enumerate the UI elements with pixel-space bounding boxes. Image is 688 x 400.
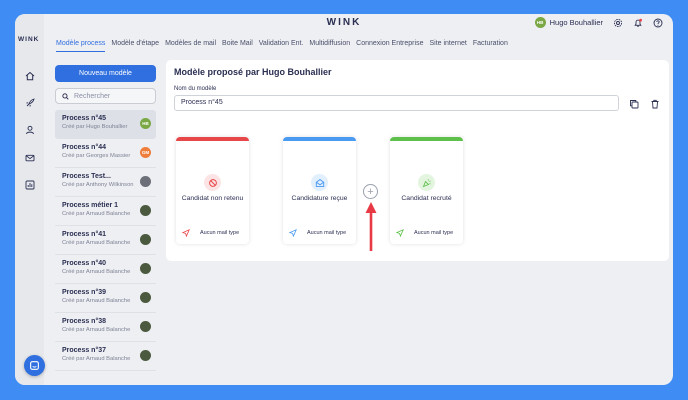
tab-boite-mail[interactable]: Boite Mail bbox=[222, 40, 253, 52]
avatar: HB bbox=[534, 17, 546, 28]
tab-modele-etape[interactable]: Modèle d'étape bbox=[111, 40, 159, 52]
copy-icon[interactable] bbox=[628, 98, 639, 109]
avatar bbox=[140, 234, 151, 245]
list-item[interactable]: Process n°41 Créé par Arnaud Balanche bbox=[55, 226, 156, 255]
tab-connexion-entreprise[interactable]: Connexion Entreprise bbox=[356, 40, 423, 52]
step-card-non-retenu[interactable]: Candidat non retenu Aucun mail type bbox=[176, 137, 249, 244]
user-icon[interactable] bbox=[23, 123, 36, 136]
avatar bbox=[140, 263, 151, 274]
list-item[interactable]: Process n°40 Créé par Arnaud Balanche bbox=[55, 255, 156, 284]
process-sidebar: Nouveau modèle Rechercher Process n°45 C… bbox=[55, 65, 156, 375]
left-rail: WINK bbox=[15, 14, 44, 385]
avatar bbox=[140, 176, 151, 187]
card-footer-text: Aucun mail type bbox=[200, 230, 240, 236]
home-icon[interactable] bbox=[23, 69, 36, 82]
list-item[interactable]: Process n°39 Créé par Arnaud Balanche bbox=[55, 284, 156, 313]
send-icon bbox=[182, 229, 190, 237]
bell-icon[interactable] bbox=[632, 17, 643, 28]
top-icons bbox=[612, 17, 663, 28]
avatar: HB bbox=[140, 118, 151, 129]
avatar bbox=[140, 205, 151, 216]
tab-validation-ent[interactable]: Validation Ent. bbox=[259, 40, 304, 52]
step-card-candidature-recue[interactable]: Candidature reçue Aucun mail type bbox=[283, 137, 356, 244]
card-color-bar bbox=[283, 137, 356, 141]
gear-icon[interactable] bbox=[612, 17, 623, 28]
mail-icon[interactable] bbox=[23, 151, 36, 164]
list-item[interactable]: Process n°45 Créé par Hugo Bouhallier HB bbox=[55, 110, 156, 139]
top-bar: WINK HB Hugo Bouhallier bbox=[15, 14, 673, 32]
tab-multidiffusion[interactable]: Multidiffusion bbox=[309, 40, 350, 52]
name-label: Nom du modèle bbox=[174, 86, 217, 92]
app-window: WINK WINK HB Hugo Bouhallier Modèle proc… bbox=[15, 14, 673, 385]
card-color-bar bbox=[390, 137, 463, 141]
user-menu[interactable]: HB Hugo Bouhallier bbox=[534, 17, 603, 28]
card-footer[interactable]: Aucun mail type bbox=[396, 229, 459, 237]
list-item[interactable]: Process métier 1 Créé par Arnaud Balanch… bbox=[55, 197, 156, 226]
list-item[interactable]: Process Test... Créé par Anthony Wilkins… bbox=[55, 168, 156, 197]
send-icon bbox=[396, 229, 404, 237]
card-label: Candidat non retenu bbox=[181, 195, 244, 202]
help-icon[interactable] bbox=[652, 17, 663, 28]
card-footer-text: Aucun mail type bbox=[414, 230, 454, 236]
list-item[interactable]: Process n°44 Créé par Georges Massier GM bbox=[55, 139, 156, 168]
list-item[interactable]: Process n°38 Créé par Arnaud Balanche bbox=[55, 313, 156, 342]
model-panel: Modèle proposé par Hugo Bouhallier Nom d… bbox=[166, 60, 669, 261]
send-icon bbox=[289, 229, 297, 237]
tabs-bar: Modèle process Modèle d'étape Modèles de… bbox=[56, 40, 508, 52]
card-footer-text: Aucun mail type bbox=[307, 230, 347, 236]
avatar: GM bbox=[140, 147, 151, 158]
chart-icon[interactable] bbox=[23, 178, 36, 191]
search-box[interactable]: Rechercher bbox=[55, 88, 156, 104]
card-footer[interactable]: Aucun mail type bbox=[289, 229, 352, 237]
chat-launcher-button[interactable] bbox=[24, 355, 45, 376]
trash-icon[interactable] bbox=[649, 98, 660, 109]
card-color-bar bbox=[176, 137, 249, 141]
rail-logo: WINK bbox=[18, 36, 40, 43]
avatar bbox=[140, 292, 151, 303]
step-card-recrute[interactable]: Candidat recruté Aucun mail type bbox=[390, 137, 463, 244]
tab-site-internet[interactable]: Site internet bbox=[429, 40, 466, 52]
card-label: Candidat recruté bbox=[401, 195, 452, 202]
card-footer[interactable]: Aucun mail type bbox=[182, 229, 245, 237]
list-item[interactable]: Process n°37 Créé par Arnaud Balanche bbox=[55, 342, 156, 371]
page-title: Modèle proposé par Hugo Bouhallier bbox=[174, 67, 332, 77]
avatar bbox=[140, 350, 151, 361]
process-list: Process n°45 Créé par Hugo Bouhallier HB… bbox=[55, 110, 156, 371]
ban-icon bbox=[204, 174, 221, 191]
search-input[interactable]: Rechercher bbox=[74, 93, 110, 100]
rocket-icon[interactable] bbox=[23, 96, 36, 109]
mail-open-icon bbox=[311, 174, 328, 191]
red-arrow-annotation bbox=[365, 202, 377, 251]
avatar bbox=[140, 321, 151, 332]
new-model-button[interactable]: Nouveau modèle bbox=[55, 65, 156, 82]
search-icon bbox=[62, 92, 69, 100]
tab-facturation[interactable]: Facturation bbox=[473, 40, 508, 52]
add-step-button[interactable]: + bbox=[363, 184, 378, 199]
user-name: Hugo Bouhallier bbox=[549, 18, 603, 27]
model-name-input[interactable]: Process n°45 bbox=[174, 95, 619, 111]
chat-icon bbox=[30, 361, 39, 370]
party-icon bbox=[418, 174, 435, 191]
tab-modele-process[interactable]: Modèle process bbox=[56, 40, 106, 52]
tab-modeles-mail[interactable]: Modèles de mail bbox=[165, 40, 216, 52]
card-label: Candidature reçue bbox=[291, 195, 348, 202]
